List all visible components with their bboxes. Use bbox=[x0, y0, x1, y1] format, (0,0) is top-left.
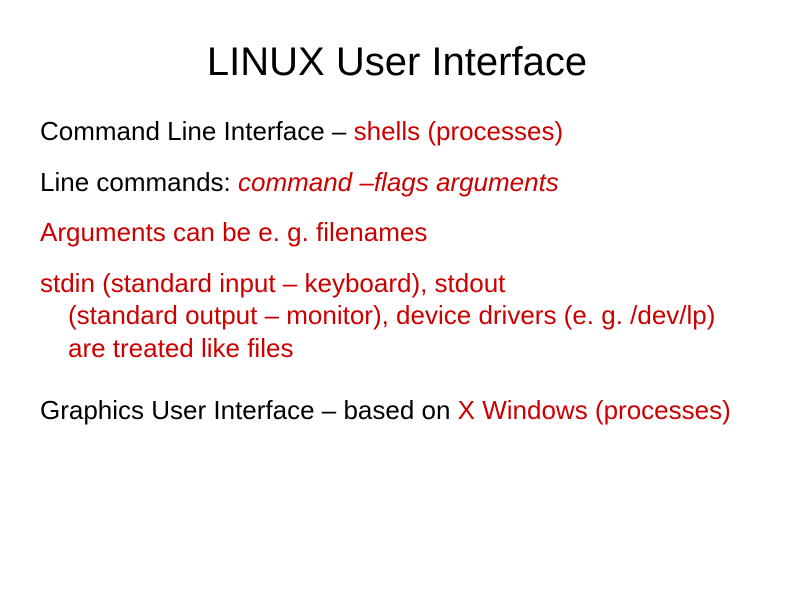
text-line-commands-label: Line commands: bbox=[40, 167, 238, 197]
text-gui-label: Graphics User Interface – based on bbox=[40, 395, 458, 425]
text-cli-label: Command Line Interface – bbox=[40, 116, 354, 146]
line-cli: Command Line Interface – shells (process… bbox=[40, 115, 754, 148]
line-commands: Line commands: command –flags arguments bbox=[40, 166, 754, 199]
text-stdio-cont: (standard output – monitor), device driv… bbox=[40, 299, 754, 364]
line-gui: Graphics User Interface – based on X Win… bbox=[40, 394, 754, 427]
text-stdio-first: stdin (standard input – keyboard), stdou… bbox=[40, 268, 505, 298]
text-xwindows: X Windows (processes) bbox=[458, 395, 731, 425]
text-shells: shells (processes) bbox=[354, 116, 564, 146]
slide-title: LINUX User Interface bbox=[40, 40, 754, 85]
line-stdio: stdin (standard input – keyboard), stdou… bbox=[40, 267, 754, 365]
text-command-syntax: command –flags arguments bbox=[238, 167, 559, 197]
line-arguments: Arguments can be e. g. filenames bbox=[40, 216, 754, 249]
slide: LINUX User Interface Command Line Interf… bbox=[0, 0, 794, 595]
